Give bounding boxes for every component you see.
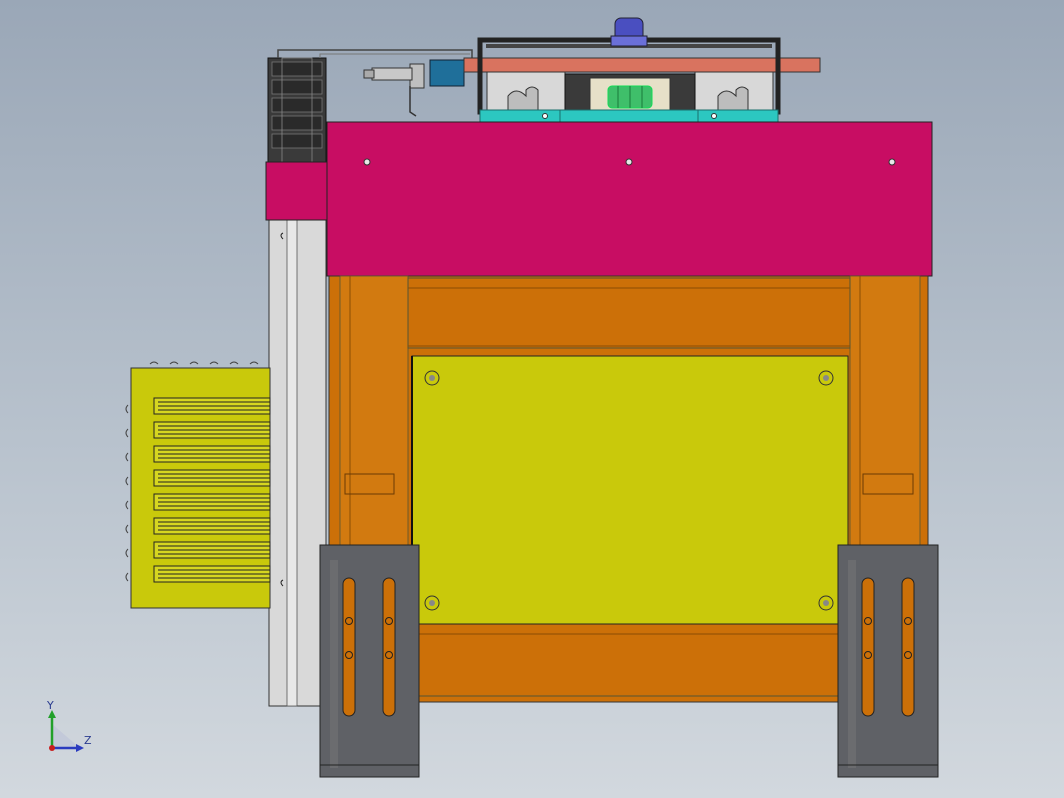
- top-guide-assembly: [463, 17, 821, 123]
- magenta-top-plate: [265, 121, 933, 277]
- right-foot: [837, 544, 939, 778]
- yellow-center-panel: [411, 355, 849, 625]
- coordinate-triad-icon: [48, 710, 84, 752]
- heatsink-block: [125, 361, 271, 609]
- cad-viewport[interactable]: Y Z: [0, 0, 1064, 798]
- drag-chain: [267, 57, 327, 163]
- linear-rail-column: [268, 217, 327, 707]
- triad-z-label: Z: [84, 734, 92, 747]
- triad-y-label: Y: [47, 699, 54, 712]
- left-foot: [319, 544, 420, 778]
- assembly-drawing: [48, 17, 939, 778]
